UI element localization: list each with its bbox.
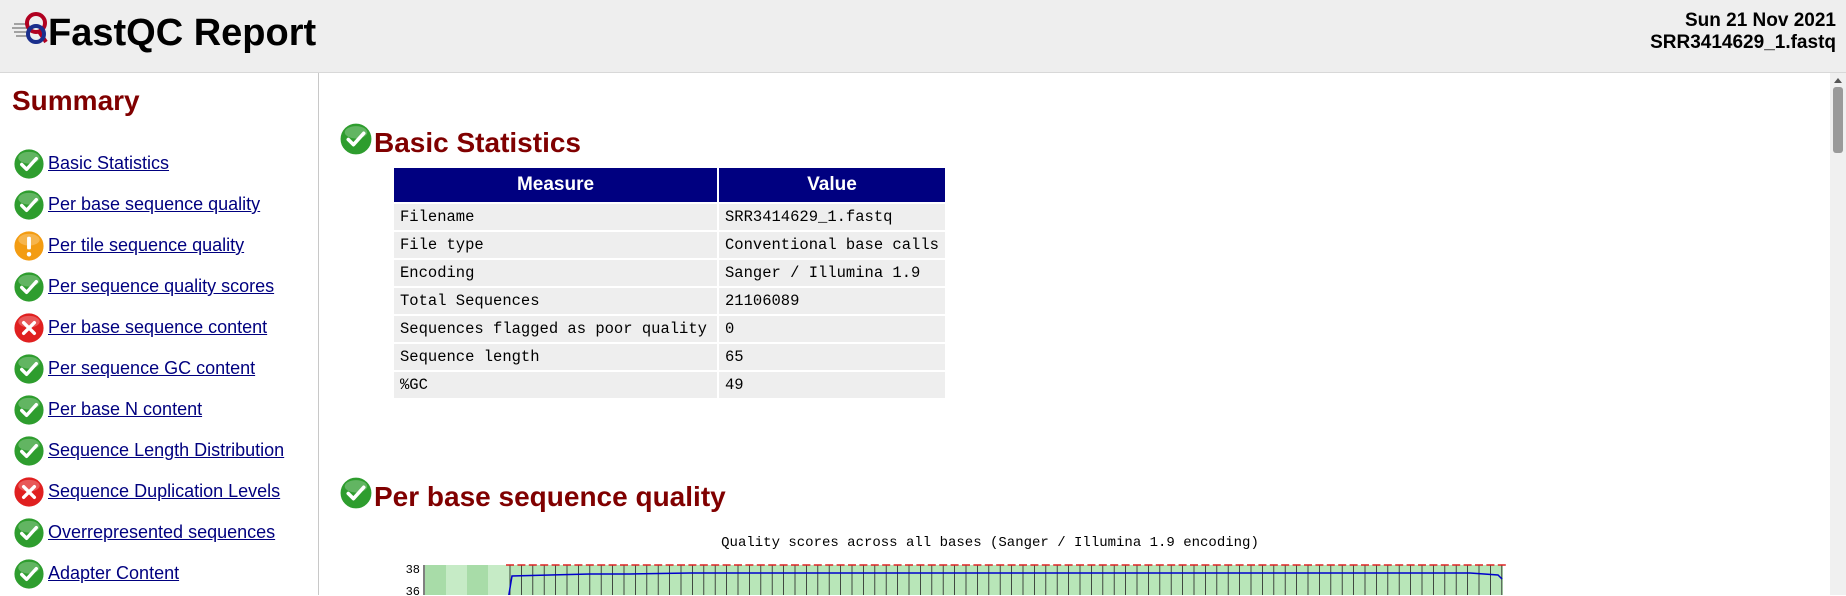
- pass-icon: [12, 557, 46, 591]
- summary-item[interactable]: Sequence Duplication Levels: [12, 471, 284, 512]
- column-header-measure: Measure: [394, 168, 717, 202]
- scroll-thumb[interactable]: [1833, 87, 1843, 153]
- table-header-row: Measure Value: [394, 168, 945, 202]
- report-filename: SRR3414629_1.fastq: [1650, 32, 1836, 53]
- pass-icon: [12, 147, 46, 181]
- summary-nav: Basic Statistics Per base sequence qualit…: [12, 143, 284, 594]
- table-row: Filename SRR3414629_1.fastq: [394, 204, 945, 230]
- basic-statistics-section-header: Basic Statistics: [338, 121, 581, 158]
- measure-cell: Sequences flagged as poor quality: [394, 316, 717, 342]
- basic-statistics-body: Filename SRR3414629_1.fastq File type Conve…: [394, 204, 945, 398]
- pass-icon: [338, 475, 374, 511]
- summary-item[interactable]: Per tile sequence quality: [12, 225, 284, 266]
- table-row: Sequences flagged as poor quality 0: [394, 316, 945, 342]
- value-cell: 0: [719, 316, 945, 342]
- summary-item[interactable]: Overrepresented sequences: [12, 512, 284, 553]
- value-cell: SRR3414629_1.fastq: [719, 204, 945, 230]
- summary-item[interactable]: Sequence Length Distribution: [12, 430, 284, 471]
- quality-chart-svg: 38 36: [406, 563, 1506, 595]
- basic-statistics-table: Measure Value Filename SRR3414629_1.fastq…: [392, 166, 947, 400]
- table-row: Encoding Sanger / Illumina 1.9: [394, 260, 945, 286]
- fail-icon: [12, 475, 46, 509]
- value-cell: 21106089: [719, 288, 945, 314]
- summary-link[interactable]: Sequence Length Distribution: [48, 440, 284, 461]
- table-row: File type Conventional base calls: [394, 232, 945, 258]
- y-tick-label: 36: [406, 585, 420, 595]
- report-title: FastQC Report: [48, 12, 317, 54]
- per-base-quality-chart: Quality scores across all bases (Sanger …: [390, 535, 1590, 595]
- per-base-quality-title: Per base sequence quality: [374, 481, 726, 512]
- measure-cell: Filename: [394, 204, 717, 230]
- summary-link[interactable]: Per sequence quality scores: [48, 276, 274, 297]
- summary-link[interactable]: Per tile sequence quality: [48, 235, 244, 256]
- main-content: Basic Statistics Measure Value Filename S…: [320, 73, 1830, 595]
- summary-item[interactable]: Per base sequence content: [12, 307, 284, 348]
- measure-cell: Encoding: [394, 260, 717, 286]
- value-cell: Conventional base calls: [719, 232, 945, 258]
- summary-link[interactable]: Per base N content: [48, 399, 202, 420]
- measure-cell: File type: [394, 232, 717, 258]
- table-row: Sequence length 65: [394, 344, 945, 370]
- summary-link[interactable]: Per base sequence content: [48, 317, 267, 338]
- summary-item[interactable]: Per sequence GC content: [12, 348, 284, 389]
- report-meta: Sun 21 Nov 2021 SRR3414629_1.fastq: [1650, 10, 1836, 54]
- summary-link[interactable]: Overrepresented sequences: [48, 522, 275, 543]
- pass-icon: [12, 434, 46, 468]
- table-row: %GC 49: [394, 372, 945, 398]
- column-header-value: Value: [719, 168, 945, 202]
- pass-icon: [12, 393, 46, 427]
- value-cell: Sanger / Illumina 1.9: [719, 260, 945, 286]
- warn-icon: [12, 229, 46, 263]
- summary-item[interactable]: Per base N content: [12, 389, 284, 430]
- summary-item[interactable]: Adapter Content: [12, 553, 284, 594]
- basic-statistics-title: Basic Statistics: [374, 127, 581, 158]
- pass-icon: [338, 121, 374, 157]
- summary-sidebar: Summary Basic Statistics Per base sequenc…: [0, 73, 319, 595]
- summary-item[interactable]: Basic Statistics: [12, 143, 284, 184]
- page-scrollbar[interactable]: [1830, 73, 1846, 595]
- value-cell: 49: [719, 372, 945, 398]
- summary-link[interactable]: Basic Statistics: [48, 153, 169, 174]
- summary-item[interactable]: Per sequence quality scores: [12, 266, 284, 307]
- pass-icon: [12, 352, 46, 386]
- summary-heading: Summary: [12, 85, 140, 116]
- measure-cell: Total Sequences: [394, 288, 717, 314]
- summary-link[interactable]: Per sequence GC content: [48, 358, 255, 379]
- measure-cell: Sequence length: [394, 344, 717, 370]
- pass-icon: [12, 270, 46, 304]
- y-tick-label: 38: [406, 563, 420, 577]
- scroll-up-arrow-icon[interactable]: [1830, 73, 1846, 87]
- summary-link[interactable]: Sequence Duplication Levels: [48, 481, 280, 502]
- value-cell: 65: [719, 344, 945, 370]
- summary-link[interactable]: Per base sequence quality: [48, 194, 260, 215]
- report-header: FastQC Report Sun 21 Nov 2021 SRR3414629…: [0, 0, 1846, 73]
- pass-icon: [12, 516, 46, 550]
- report-date: Sun 21 Nov 2021: [1684, 10, 1836, 31]
- pass-icon: [12, 188, 46, 222]
- fastqc-logo-icon: [12, 12, 48, 44]
- per-base-quality-section-header: Per base sequence quality: [338, 475, 726, 512]
- summary-item[interactable]: Per base sequence quality: [12, 184, 284, 225]
- table-row: Total Sequences 21106089: [394, 288, 945, 314]
- measure-cell: %GC: [394, 372, 717, 398]
- summary-link[interactable]: Adapter Content: [48, 563, 179, 584]
- fail-icon: [12, 311, 46, 345]
